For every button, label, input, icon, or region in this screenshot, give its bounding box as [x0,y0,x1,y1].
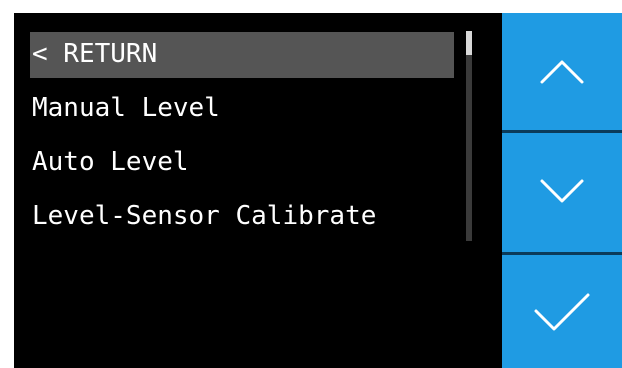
scrollbar-thumb[interactable] [466,31,472,55]
menu-item-label: Level-Sensor Calibrate [32,201,377,231]
menu-item-manual-level[interactable]: Manual Level [30,86,454,132]
navigation-panel [502,13,622,368]
menu-list: < RETURN Manual Level Auto Level Level-S… [30,32,454,248]
menu-item-label: Manual Level [32,93,220,123]
confirm-button[interactable] [502,255,622,368]
menu-item-level-sensor-calibrate[interactable]: Level-Sensor Calibrate [30,194,454,240]
menu-item-label: Auto Level [32,147,189,177]
menu-item-auto-level[interactable]: Auto Level [30,140,454,186]
device-display: < RETURN Manual Level Auto Level Level-S… [0,0,622,368]
menu-scrollbar[interactable] [466,31,472,241]
check-icon [532,291,592,333]
chevron-up-icon [538,56,586,86]
menu-item-return[interactable]: < RETURN [30,32,454,78]
menu-item-label: < RETURN [32,39,158,69]
chevron-down-icon [538,177,586,207]
scroll-up-button[interactable] [502,13,622,129]
scroll-down-button[interactable] [502,133,622,251]
